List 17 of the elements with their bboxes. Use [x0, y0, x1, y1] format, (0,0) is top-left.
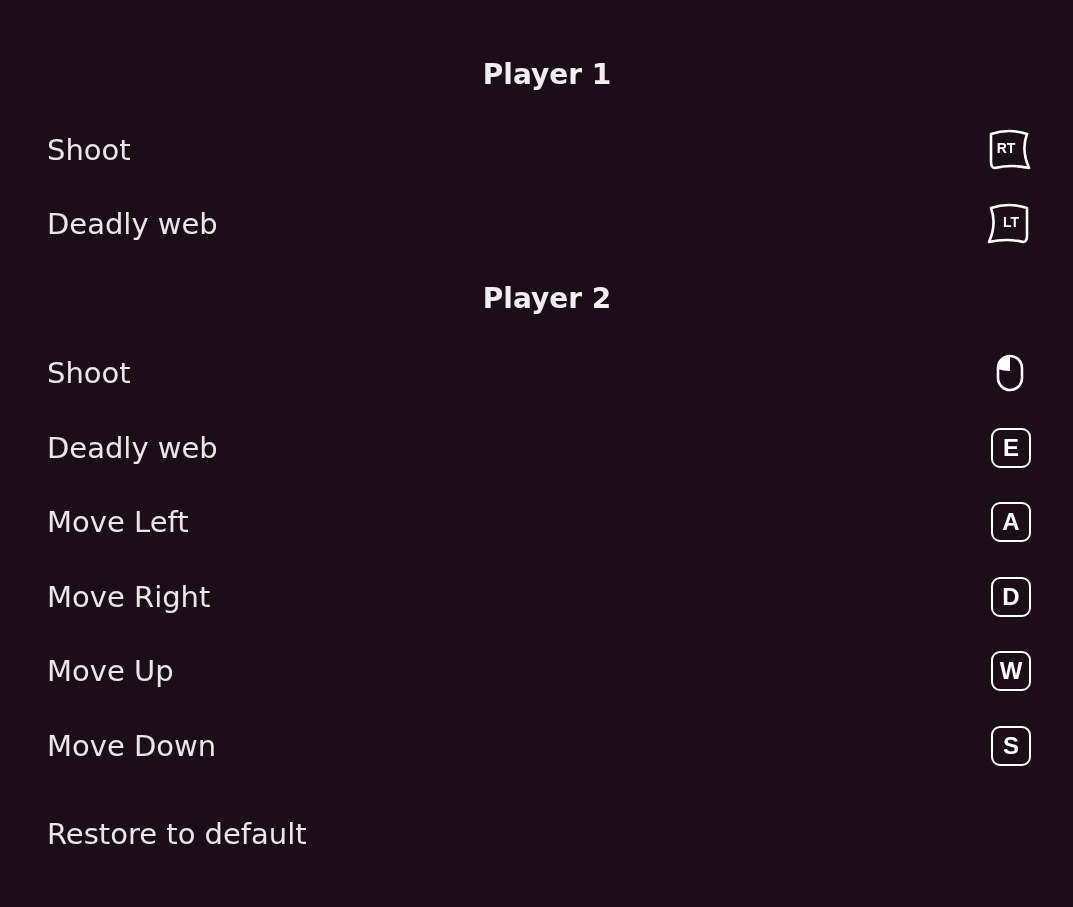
action-label[interactable]: Move Left — [47, 505, 189, 540]
section-title: Player 2 — [481, 280, 613, 317]
action-label[interactable]: Move Up — [47, 654, 174, 689]
action-label[interactable]: Shoot — [47, 132, 131, 167]
restore-default-link[interactable]: Restore to default — [47, 817, 307, 851]
section-title: Player 1 — [481, 57, 613, 93]
keyboard-key[interactable]: D — [991, 576, 1031, 617]
mouse-icon[interactable] — [995, 353, 1025, 394]
action-label[interactable]: Deadly web — [47, 207, 218, 242]
keyboard-key[interactable]: A — [991, 502, 1031, 543]
action-label[interactable]: Shoot — [47, 356, 131, 391]
keyboard-key[interactable]: E — [991, 427, 1031, 468]
keyboard-key[interactable]: W — [991, 651, 1031, 692]
action-label[interactable]: Move Down — [47, 728, 217, 763]
action-label[interactable]: Move Right — [47, 579, 211, 614]
keyboard-key[interactable]: S — [991, 725, 1031, 766]
action-label[interactable]: Deadly web — [47, 430, 218, 465]
